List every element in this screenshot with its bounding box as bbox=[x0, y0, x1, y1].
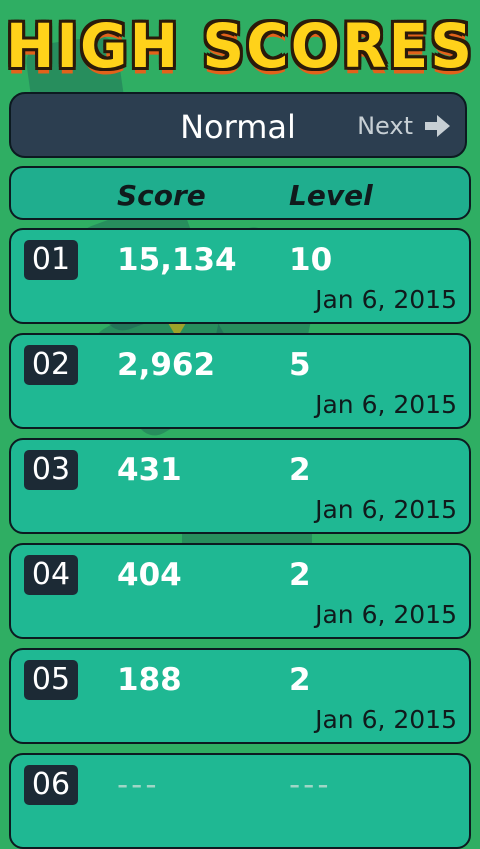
score-row: 06 --- --- bbox=[9, 753, 471, 849]
level-value: --- bbox=[289, 767, 332, 803]
score-column-header: Score bbox=[117, 179, 206, 212]
level-value: 2 bbox=[289, 557, 311, 593]
level-value: 10 bbox=[289, 242, 333, 278]
date-value: Jan 6, 2015 bbox=[315, 390, 457, 419]
right-arrow-icon bbox=[425, 115, 450, 137]
score-row: 01 15,134 10 Jan 6, 2015 bbox=[9, 228, 471, 324]
rank-badge: 01 bbox=[24, 240, 78, 280]
level-value: 5 bbox=[289, 347, 311, 383]
next-button[interactable]: Next bbox=[357, 108, 451, 144]
next-label: Next bbox=[357, 112, 413, 140]
rank-badge: 03 bbox=[24, 450, 78, 490]
score-row: 02 2,962 5 Jan 6, 2015 bbox=[9, 333, 471, 429]
score-row: 04 404 2 Jan 6, 2015 bbox=[9, 543, 471, 639]
date-value: Jan 6, 2015 bbox=[315, 495, 457, 524]
page-title: HIGH SCORES bbox=[0, 6, 480, 86]
level-column-header: Level bbox=[289, 179, 373, 212]
rank-badge: 02 bbox=[24, 345, 78, 385]
date-value: Jan 6, 2015 bbox=[315, 705, 457, 734]
score-value: 188 bbox=[117, 662, 182, 698]
score-row: 03 431 2 Jan 6, 2015 bbox=[9, 438, 471, 534]
date-value: Jan 6, 2015 bbox=[315, 600, 457, 629]
score-value: 15,134 bbox=[117, 242, 237, 278]
score-row: 05 188 2 Jan 6, 2015 bbox=[9, 648, 471, 744]
rank-badge: 06 bbox=[24, 765, 78, 805]
mode-bar: Normal Next bbox=[9, 92, 467, 158]
score-value: 431 bbox=[117, 452, 182, 488]
level-value: 2 bbox=[289, 662, 311, 698]
table-header: Score Level bbox=[9, 166, 471, 220]
rank-badge: 04 bbox=[24, 555, 78, 595]
score-value: --- bbox=[117, 767, 160, 803]
score-value: 404 bbox=[117, 557, 182, 593]
title-text: HIGH SCORES bbox=[5, 10, 475, 82]
level-value: 2 bbox=[289, 452, 311, 488]
date-value: Jan 6, 2015 bbox=[315, 285, 457, 314]
rank-badge: 05 bbox=[24, 660, 78, 700]
score-value: 2,962 bbox=[117, 347, 216, 383]
